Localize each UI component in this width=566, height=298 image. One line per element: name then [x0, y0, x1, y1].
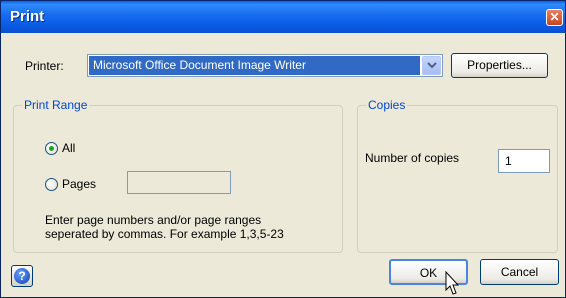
- printer-label: Printer:: [25, 59, 64, 73]
- print-dialog: Print ✕ Printer: Microsoft Office Docume…: [0, 0, 566, 298]
- help-icon: ?: [14, 268, 30, 284]
- close-button[interactable]: ✕: [546, 9, 563, 26]
- radio-all-selected-dot: [49, 146, 54, 151]
- radio-pages-label[interactable]: Pages: [62, 177, 96, 191]
- copies-input[interactable]: 1: [498, 149, 550, 173]
- copies-label: Number of copies: [365, 151, 460, 165]
- printer-selected-value: Microsoft Office Document Image Writer: [89, 56, 420, 75]
- radio-all[interactable]: [45, 142, 58, 155]
- cancel-button[interactable]: Cancel: [480, 259, 559, 285]
- copies-input-value: 1: [505, 154, 512, 168]
- radio-all-label[interactable]: All: [62, 141, 75, 155]
- properties-button[interactable]: Properties...: [451, 53, 548, 78]
- mouse-cursor-icon: [445, 271, 459, 295]
- title-bar[interactable]: Print ✕: [1, 1, 565, 33]
- close-icon: ✕: [549, 10, 560, 24]
- printer-select[interactable]: Microsoft Office Document Image Writer: [87, 54, 443, 77]
- radio-pages[interactable]: [45, 178, 58, 191]
- help-button[interactable]: ?: [11, 265, 33, 287]
- range-hint-line2: seperated by commas. For example 1,3,5-2…: [45, 227, 284, 241]
- print-range-legend: Print Range: [22, 98, 90, 112]
- window-title: Print: [10, 8, 45, 25]
- chevron-down-icon: [427, 62, 437, 69]
- copies-group: Copies: [357, 98, 558, 253]
- copies-legend: Copies: [366, 98, 408, 112]
- pages-input[interactable]: [127, 171, 231, 194]
- range-hint-line1: Enter page numbers and/or page ranges: [45, 213, 262, 227]
- printer-dropdown-button[interactable]: [422, 56, 441, 75]
